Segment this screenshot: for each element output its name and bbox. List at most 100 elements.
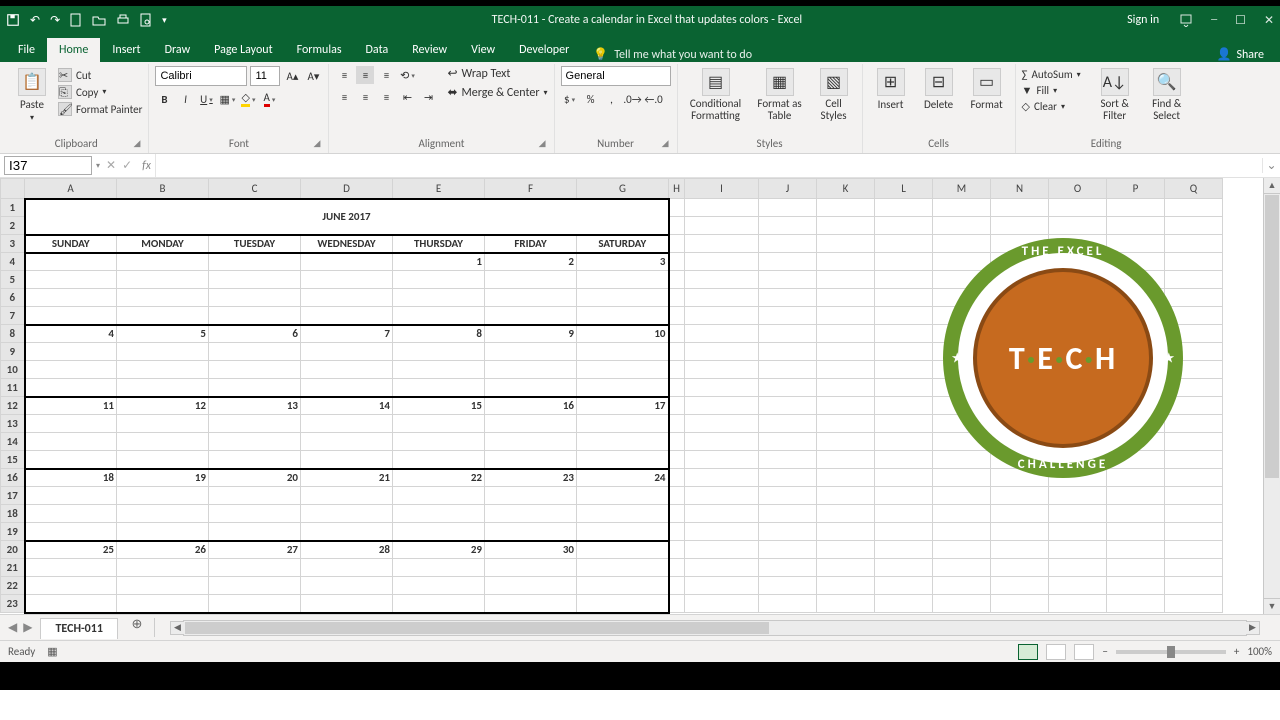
cell[interactable]	[759, 253, 817, 271]
cell[interactable]	[817, 361, 875, 379]
cell[interactable]	[685, 577, 759, 595]
col-header[interactable]: E	[393, 179, 485, 199]
cell[interactable]	[685, 505, 759, 523]
cell[interactable]	[817, 343, 875, 361]
row-header[interactable]: 3	[1, 235, 25, 253]
currency-icon[interactable]: $	[561, 90, 579, 108]
redo-icon[interactable]: ↷	[50, 13, 60, 28]
event-cell[interactable]: Gym: 7 pm	[393, 433, 485, 451]
cell[interactable]	[875, 289, 933, 307]
bold-button[interactable]: B	[155, 90, 173, 108]
day-header[interactable]: MONDAY	[117, 235, 209, 253]
event-cell[interactable]: Practice: 5 pm	[117, 343, 209, 361]
date-cell[interactable]: 13	[209, 397, 301, 415]
cell[interactable]	[485, 577, 577, 595]
col-header[interactable]: P	[1107, 179, 1165, 199]
format-table-button[interactable]: ▦Format as Table	[752, 66, 808, 122]
cell[interactable]	[669, 379, 685, 397]
date-cell[interactable]: 29	[393, 541, 485, 559]
event-cell[interactable]: Class: Finance	[393, 487, 485, 505]
cell[interactable]	[759, 361, 817, 379]
event-cell[interactable]: Gym: 7 pm	[393, 505, 485, 523]
cond-format-button[interactable]: ▤Conditional Formatting	[684, 66, 748, 122]
date-cell[interactable]	[25, 253, 117, 271]
event-cell[interactable]: Gym: 7 pm	[393, 577, 485, 595]
copy-button[interactable]: ⎘Copy▾	[58, 85, 142, 99]
cell[interactable]	[1049, 595, 1107, 613]
legend-item[interactable]: Test	[685, 307, 759, 325]
undo-icon[interactable]: ↶	[30, 13, 40, 28]
date-cell[interactable]: 9	[485, 325, 577, 343]
event-cell[interactable]: Gym: 10 am	[577, 271, 669, 289]
row-header[interactable]: 7	[1, 307, 25, 325]
cell[interactable]	[669, 397, 685, 415]
cell[interactable]	[875, 397, 933, 415]
cell[interactable]	[669, 595, 685, 613]
cell[interactable]	[117, 379, 209, 397]
event-cell[interactable]: Gym: 7 pm	[209, 577, 301, 595]
row-header[interactable]: 10	[1, 361, 25, 379]
date-cell[interactable]: 17	[577, 397, 669, 415]
font-dialog-icon[interactable]: ◢	[314, 138, 321, 149]
format-button[interactable]: ▭Format	[965, 66, 1009, 111]
row-header[interactable]: 6	[1, 289, 25, 307]
horizontal-scrollbar[interactable]: ◀ ▶	[183, 620, 1247, 636]
row-header[interactable]: 23	[1, 595, 25, 613]
next-sheet-icon[interactable]: ▶	[23, 620, 32, 635]
cell[interactable]	[759, 307, 817, 325]
date-cell[interactable]: 11	[25, 397, 117, 415]
sort-filter-button[interactable]: A↓Sort & Filter	[1091, 66, 1139, 122]
minimize-icon[interactable]: ─	[1211, 13, 1217, 28]
cell[interactable]	[875, 415, 933, 433]
cell[interactable]	[1107, 487, 1165, 505]
cell[interactable]	[933, 523, 991, 541]
date-cell[interactable]: 24	[577, 469, 669, 487]
cell[interactable]	[209, 271, 301, 289]
align-middle-icon[interactable]: ≡	[356, 66, 374, 84]
event-cell[interactable]: Game: 7 pm	[485, 415, 577, 433]
cell[interactable]	[117, 577, 209, 595]
cell[interactable]	[669, 343, 685, 361]
cell[interactable]	[1165, 487, 1223, 505]
event-cell[interactable]: Game: 7 pm	[485, 343, 577, 361]
date-cell[interactable]: 12	[117, 397, 209, 415]
cell[interactable]	[301, 361, 393, 379]
event-cell[interactable]: Gym: 10 am	[25, 343, 117, 361]
cell[interactable]	[817, 577, 875, 595]
cell[interactable]	[759, 451, 817, 469]
align-center-icon[interactable]: ≡	[356, 88, 374, 106]
cell[interactable]	[875, 235, 933, 253]
calendar-title[interactable]: JUNE 2017	[25, 199, 669, 235]
zoom-level[interactable]: 100%	[1247, 645, 1272, 658]
cell[interactable]	[875, 361, 933, 379]
day-header[interactable]: THURSDAY	[393, 235, 485, 253]
cell[interactable]	[1049, 523, 1107, 541]
cell[interactable]	[685, 397, 759, 415]
date-cell[interactable]: 18	[25, 469, 117, 487]
date-cell[interactable]: 10	[577, 325, 669, 343]
cell[interactable]	[25, 577, 117, 595]
cell[interactable]	[1165, 523, 1223, 541]
event-cell[interactable]: Practice	[209, 379, 301, 397]
event-cell[interactable]: Game: 7 pm	[485, 487, 577, 505]
col-header[interactable]: Q	[1165, 179, 1223, 199]
cell[interactable]	[685, 361, 759, 379]
cell[interactable]	[817, 253, 875, 271]
cell[interactable]	[1165, 559, 1223, 577]
event-cell[interactable]: Class: Economics	[209, 415, 301, 433]
cell[interactable]	[759, 271, 817, 289]
legend-item[interactable]: Game	[685, 271, 759, 289]
insert-button[interactable]: ⊞Insert	[869, 66, 913, 111]
cell[interactable]	[1107, 523, 1165, 541]
cell[interactable]	[817, 289, 875, 307]
cell[interactable]	[685, 451, 759, 469]
legend-item[interactable]: Class	[685, 289, 759, 307]
cell[interactable]	[301, 433, 393, 451]
cell[interactable]	[117, 433, 209, 451]
sheet-tab[interactable]: TECH-011	[40, 618, 117, 639]
pagebreak-view-icon[interactable]	[1074, 644, 1094, 660]
cell[interactable]	[1107, 541, 1165, 559]
row-header[interactable]: 11	[1, 379, 25, 397]
align-bottom-icon[interactable]: ≡	[377, 66, 395, 84]
cell[interactable]	[933, 559, 991, 577]
